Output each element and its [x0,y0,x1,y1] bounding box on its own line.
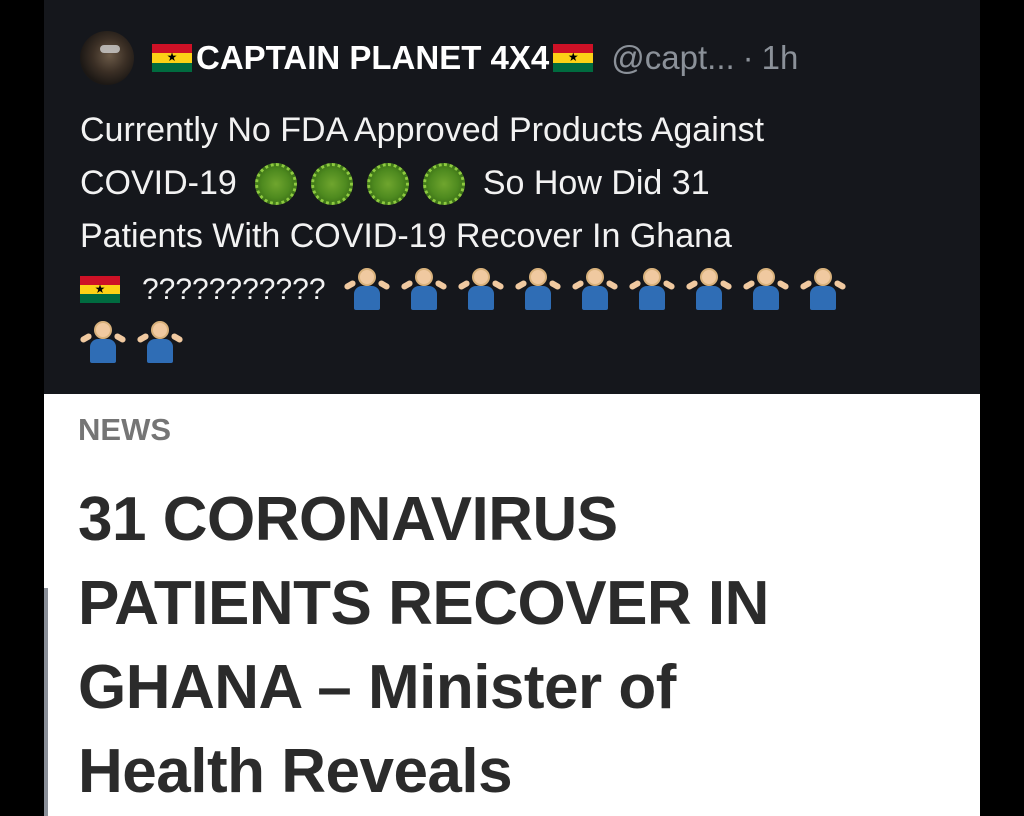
virus-icon [422,162,465,205]
tweet-header: ★ CAPTAIN PLANET 4X4 ★ @capt... · 1h [80,28,798,88]
person-shrugging-icon [136,320,184,365]
person-shrugging-icon [684,267,733,312]
virus-icon [310,162,353,205]
person-shrugging-icon [79,320,127,365]
person-shrugging-icon [741,267,790,312]
ghana-flag-icon: ★ [553,44,594,72]
headline-line: 31 CORONAVIRUS [78,485,618,554]
tweet-text-line: ??????????? [142,273,326,306]
ghana-flag-icon: ★ [80,275,120,304]
tweet-text-line: COVID-19 [80,164,237,202]
person-shrugging-icon [342,267,391,312]
headline-line: PATIENTS RECOVER IN [78,569,769,638]
article-headline[interactable]: 31 CORONAVIRUS PATIENTS RECOVER IN GHANA… [78,478,958,814]
tweet-card[interactable]: ★ CAPTAIN PLANET 4X4 ★ @capt... · 1h Cur… [44,0,980,816]
ghana-flag-icon: ★ [152,44,192,72]
virus-icon [254,162,297,205]
timestamp[interactable]: 1h [762,38,799,78]
avatar[interactable] [80,31,134,85]
tweet-text: Currently No FDA Approved Products Again… [79,104,940,369]
person-shrugging-icon [399,267,448,312]
person-shrugging-icon [513,267,562,312]
person-shrugging-icon [627,267,676,312]
tweet-text-line: Patients With COVID-19 Recover In Ghana [80,217,732,255]
link-preview-card[interactable]: NEWS 31 CORONAVIRUS PATIENTS RECOVER IN … [44,394,980,816]
person-shrugging-icon [798,267,847,312]
tweet-text-line: Currently No FDA Approved Products Again… [80,111,765,149]
headline-line: GHANA – Minister of [78,653,676,722]
person-shrugging-icon [456,267,505,312]
virus-icon [366,162,409,205]
scroll-indicator [44,588,48,816]
tweet-text-line: So How Did 31 [482,164,710,202]
separator-dot: · [742,39,754,76]
person-shrugging-icon [570,267,619,312]
author-handle[interactable]: @capt... [611,38,734,78]
author-name[interactable]: CAPTAIN PLANET 4X4 [196,38,549,78]
headline-line: Health Reveals [78,737,513,806]
section-label: NEWS [78,412,171,447]
tweet-body: ★ CAPTAIN PLANET 4X4 ★ @capt... · 1h Cur… [44,0,980,394]
